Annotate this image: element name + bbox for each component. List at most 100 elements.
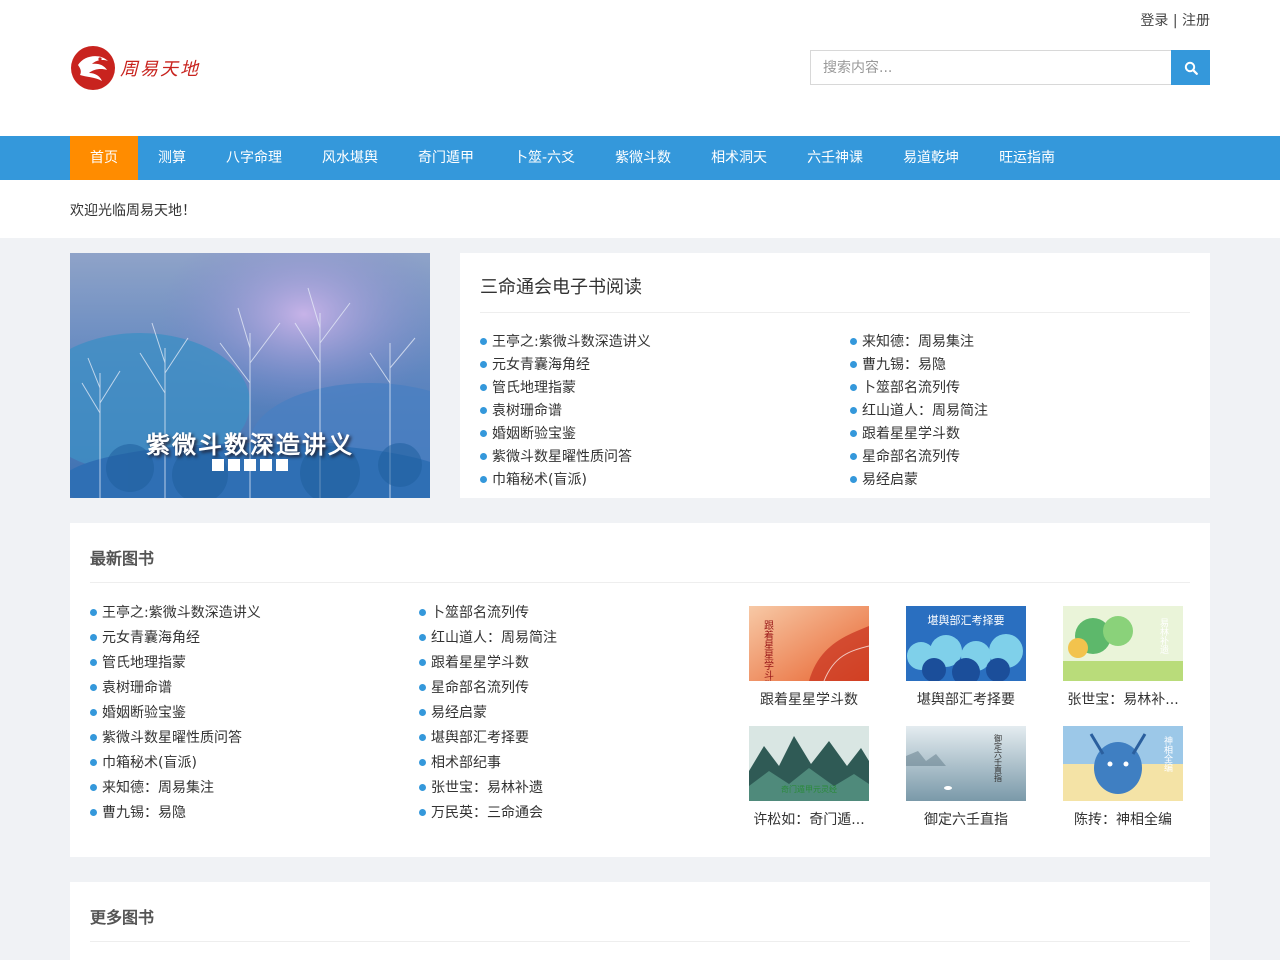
book-link[interactable]: 曹九锡：易隐	[850, 354, 988, 377]
login-link[interactable]: 登录	[1140, 13, 1168, 29]
nav-item[interactable]: 六壬神课	[787, 136, 883, 180]
slider-dot[interactable]	[260, 459, 272, 471]
nav-item[interactable]: 易道乾坤	[883, 136, 979, 180]
svg-text:易林补遗: 易林补遗	[1158, 618, 1169, 655]
nav-item[interactable]: 首页	[70, 136, 138, 180]
book-link-label: 红山道人：周易简注	[862, 403, 988, 419]
latest-list-col1: 王亭之:紫微斗数深造讲义 元女青囊海角经管氏地理指蒙袁树珊命谱 婚姻断验宝鉴紫微斗数…	[90, 601, 261, 826]
book-link[interactable]: 张世宝：易林补遗	[419, 776, 557, 801]
book-thumb-caption: 堪舆部汇考择要	[917, 692, 1015, 708]
book-link[interactable]: 易经启蒙	[850, 469, 988, 492]
banner-slider[interactable]: 紫微斗数深造讲义	[70, 253, 430, 498]
book-link-label: 红山道人：周易简注	[431, 630, 557, 646]
book-link[interactable]: 来知德：周易集注	[850, 331, 988, 354]
book-link-label: 紫微斗数星曜性质问答	[492, 449, 632, 465]
nav-item[interactable]: 风水堪舆	[302, 136, 398, 180]
slider-dot[interactable]	[276, 459, 288, 471]
book-link[interactable]: 紫微斗数星曜性质问答	[90, 726, 261, 751]
slider-dot[interactable]	[244, 459, 256, 471]
bullet-icon	[480, 475, 487, 483]
book-link-label: 紫微斗数星曜性质问答	[102, 730, 242, 746]
search-button[interactable]	[1171, 50, 1210, 85]
book-thumb[interactable]: 奇门遁甲元灵经 许松如：奇门遁...	[749, 726, 869, 829]
bullet-icon	[480, 406, 487, 414]
bullet-icon	[90, 808, 97, 816]
book-thumb-caption: 跟着星星学斗数	[760, 692, 858, 708]
slider-dot[interactable]	[212, 459, 224, 471]
book-cover-image: 奇门遁甲元灵经	[749, 726, 869, 801]
account-link-separator: |	[1172, 13, 1178, 29]
book-thumb[interactable]: 神相全编 陈抟：神相全编	[1063, 726, 1183, 829]
book-link-label: 张世宝：易林补遗	[431, 780, 543, 796]
book-link[interactable]: 王亭之:紫微斗数深造讲义	[90, 601, 261, 626]
book-cover-image: 易林补遗	[1063, 606, 1183, 681]
book-link[interactable]: 曹九锡：易隐	[90, 801, 261, 826]
book-thumb[interactable]: 跟着星星学斗数 跟着星星学斗数	[749, 606, 869, 709]
nav-item[interactable]: 相术洞天	[691, 136, 787, 180]
book-thumb[interactable]: 易林补遗 张世宝：易林补...	[1063, 606, 1183, 709]
book-link[interactable]: 易经启蒙	[419, 701, 557, 726]
nav-item[interactable]: 紫微斗数	[595, 136, 691, 180]
book-link[interactable]: 元女青囊海角经	[90, 626, 261, 651]
book-link[interactable]: 管氏地理指蒙	[480, 377, 651, 400]
slider-dot[interactable]	[228, 459, 240, 471]
book-link[interactable]: 相术部纪事	[419, 751, 557, 776]
nav-item[interactable]: 卜筮-六爻	[494, 136, 595, 180]
book-link[interactable]: 袁树珊命谱	[90, 676, 261, 701]
register-link[interactable]: 注册	[1182, 13, 1210, 29]
svg-text:堪舆部汇考择要: 堪舆部汇考择要	[928, 613, 1005, 627]
bullet-icon	[419, 783, 426, 791]
book-link[interactable]: 跟着星星学斗数	[850, 423, 988, 446]
ebook-list-left: 王亭之:紫微斗数深造讲义元女青囊海角经 管氏地理指蒙 袁树珊命谱婚姻断验宝鉴紫微斗数…	[480, 331, 651, 492]
bullet-icon	[90, 758, 97, 766]
book-link-label: 万民英：三命通会	[431, 805, 543, 821]
book-link[interactable]: 婚姻断验宝鉴	[90, 701, 261, 726]
book-link[interactable]: 王亭之:紫微斗数深造讲义	[480, 331, 651, 354]
book-cover-image: 御定六壬直指	[906, 726, 1026, 801]
ebook-panel-title: 三命通会电子书阅读	[480, 277, 642, 298]
book-link[interactable]: 巾箱秘术(盲派)	[480, 469, 651, 492]
bullet-icon	[480, 337, 487, 345]
divider	[480, 312, 1190, 313]
book-link[interactable]: 婚姻断验宝鉴	[480, 423, 651, 446]
book-link-label: 卜筮部名流列传	[862, 380, 960, 396]
book-link[interactable]: 来知德：周易集注	[90, 776, 261, 801]
book-link[interactable]: 袁树珊命谱	[480, 400, 651, 423]
latest-books-title: 最新图书	[90, 549, 155, 568]
bullet-icon	[480, 360, 487, 368]
book-link[interactable]: 星命部名流列传	[419, 676, 557, 701]
book-link[interactable]: 跟着星星学斗数	[419, 651, 557, 676]
bullet-icon	[419, 733, 426, 741]
book-link[interactable]: 元女青囊海角经	[480, 354, 651, 377]
nav-item[interactable]: 奇门遁甲	[398, 136, 494, 180]
book-link[interactable]: 堪舆部汇考择要	[419, 726, 557, 751]
nav-item[interactable]: 测算	[138, 136, 206, 180]
welcome-text: 欢迎光临周易天地！	[70, 203, 196, 219]
book-link-label: 来知德：周易集注	[862, 334, 974, 350]
book-thumb[interactable]: 御定六壬直指 御定六壬直指	[906, 726, 1026, 829]
welcome-bar: 欢迎光临周易天地！	[0, 180, 1280, 238]
bullet-icon	[850, 452, 857, 460]
svg-text:御定六壬直指: 御定六壬直指	[994, 733, 1003, 783]
book-link[interactable]: 万民英：三命通会	[419, 801, 557, 826]
book-thumb[interactable]: 堪舆部汇考择要 堪舆部汇考择要	[906, 606, 1026, 709]
search-input[interactable]	[810, 50, 1171, 85]
nav-item[interactable]: 八字命理	[206, 136, 302, 180]
book-link-label: 婚姻断验宝鉴	[492, 426, 576, 442]
nav-item[interactable]: 旺运指南	[979, 136, 1075, 180]
book-link[interactable]: 红山道人：周易简注	[850, 400, 988, 423]
book-link[interactable]: 紫微斗数星曜性质问答	[480, 446, 651, 469]
book-link-label: 王亭之:紫微斗数深造讲义	[492, 334, 651, 350]
book-link[interactable]: 星命部名流列传	[850, 446, 988, 469]
book-cover-image: 神相全编	[1063, 726, 1183, 801]
book-link[interactable]: 卜筮部名流列传	[850, 377, 988, 400]
book-link[interactable]: 巾箱秘术(盲派)	[90, 751, 261, 776]
book-link-label: 巾箱秘术(盲派)	[102, 755, 197, 771]
book-link-label: 管氏地理指蒙	[102, 655, 186, 671]
book-link[interactable]: 管氏地理指蒙	[90, 651, 261, 676]
site-logo[interactable]: 周易天地	[70, 44, 204, 92]
book-link[interactable]: 红山道人：周易简注	[419, 626, 557, 651]
bullet-icon	[850, 360, 857, 368]
book-link[interactable]: 卜筮部名流列传	[419, 601, 557, 626]
latest-list-col2: 卜筮部名流列传红山道人：周易简注跟着星星学斗数 星命部名流列传 易经启蒙 堪舆部汇考择…	[419, 601, 557, 826]
